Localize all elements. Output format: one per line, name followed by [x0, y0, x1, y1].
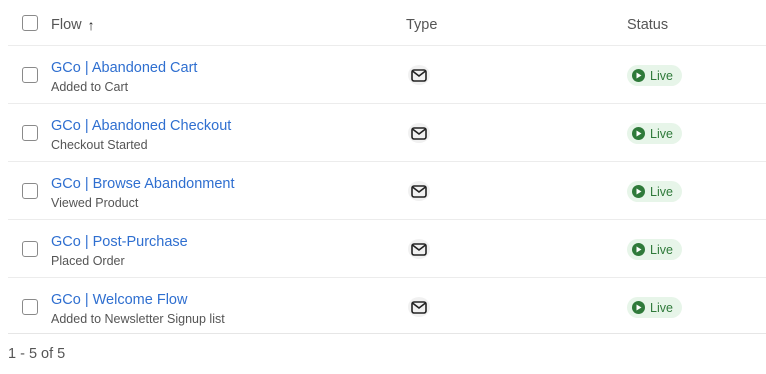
row-checkbox[interactable] — [22, 183, 38, 199]
table-row: GCo | Abandoned Checkout Checkout Starte… — [8, 104, 766, 162]
play-icon — [632, 243, 645, 256]
status-label: Live — [650, 126, 673, 141]
flow-trigger-text: Viewed Product — [51, 196, 139, 210]
flow-name-link[interactable]: GCo | Welcome Flow — [51, 292, 187, 308]
table-header: Flow ↑ Type Status — [8, 0, 766, 46]
type-column-header: Type — [406, 17, 438, 33]
email-icon — [408, 123, 430, 143]
email-icon — [408, 65, 430, 85]
flows-table: Flow ↑ Type Status GCo | Abandoned Cart … — [8, 0, 766, 334]
flow-header-label: Flow — [51, 17, 82, 33]
email-icon — [408, 297, 430, 317]
row-checkbox[interactable] — [22, 125, 38, 141]
status-badge: Live — [627, 123, 682, 144]
table-row: GCo | Abandoned Cart Added to Cart Live — [8, 46, 766, 104]
status-badge: Live — [627, 65, 682, 86]
table-row: GCo | Welcome Flow Added to Newsletter S… — [8, 278, 766, 334]
select-all-checkbox[interactable] — [22, 15, 38, 31]
play-icon — [632, 185, 645, 198]
email-icon — [408, 181, 430, 201]
play-icon — [632, 127, 645, 140]
flow-trigger-text: Added to Cart — [51, 80, 129, 94]
flow-trigger-text: Added to Newsletter Signup list — [51, 312, 225, 326]
status-label: Live — [650, 184, 673, 199]
status-badge: Live — [627, 181, 682, 202]
status-label: Live — [650, 300, 673, 315]
flow-name-link[interactable]: GCo | Abandoned Cart — [51, 60, 197, 76]
flow-name-link[interactable]: GCo | Browse Abandonment — [51, 176, 235, 192]
table-row: GCo | Browse Abandonment Viewed Product … — [8, 162, 766, 220]
sort-ascending-icon[interactable]: ↑ — [88, 17, 95, 33]
status-badge: Live — [627, 297, 682, 318]
row-checkbox[interactable] — [22, 67, 38, 83]
row-checkbox[interactable] — [22, 299, 38, 315]
flow-name-link[interactable]: GCo | Post-Purchase — [51, 234, 188, 250]
flow-column-header[interactable]: Flow ↑ — [51, 17, 95, 33]
row-checkbox[interactable] — [22, 241, 38, 257]
status-badge: Live — [627, 239, 682, 260]
pagination-summary: 1 - 5 of 5 — [8, 346, 66, 362]
status-column-header: Status — [627, 17, 669, 33]
status-label: Live — [650, 68, 673, 83]
play-icon — [632, 301, 645, 314]
table-row: GCo | Post-Purchase Placed Order Live — [8, 220, 766, 278]
play-icon — [632, 69, 645, 82]
flow-trigger-text: Placed Order — [51, 254, 125, 268]
email-icon — [408, 239, 430, 259]
flow-trigger-text: Checkout Started — [51, 138, 148, 152]
flow-name-link[interactable]: GCo | Abandoned Checkout — [51, 118, 231, 134]
status-label: Live — [650, 242, 673, 257]
